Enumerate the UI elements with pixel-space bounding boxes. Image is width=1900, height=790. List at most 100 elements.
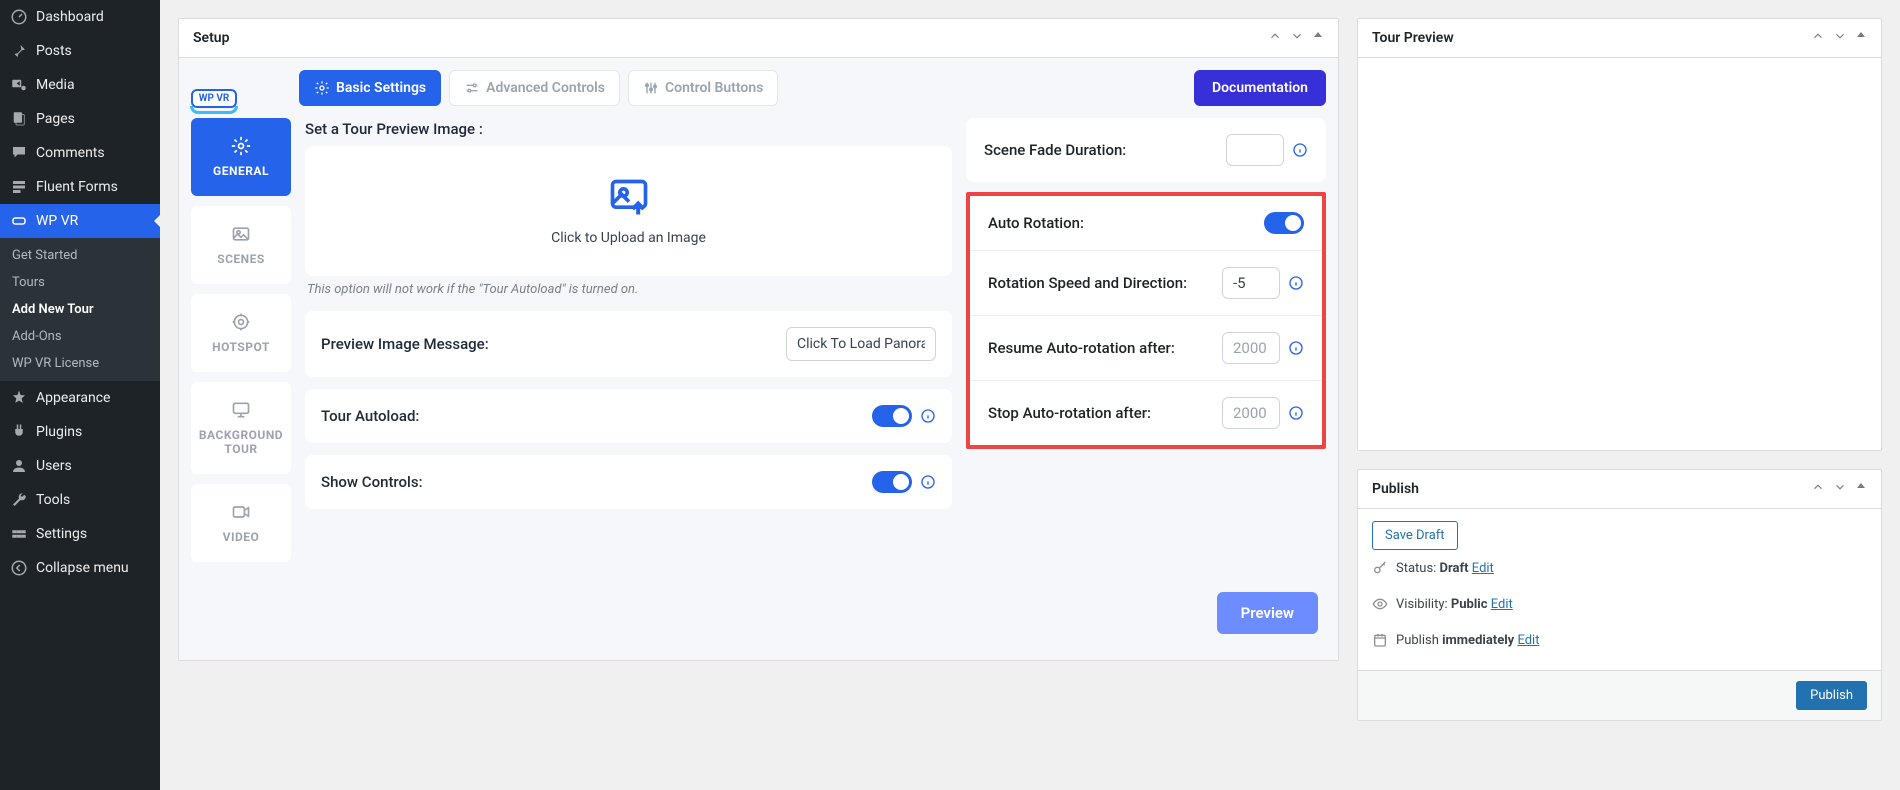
auto-rotation-label: Auto Rotation: [988, 214, 1084, 232]
info-icon[interactable] [1288, 340, 1304, 356]
pages-icon [10, 110, 28, 128]
vtab-video[interactable]: VIDEO [191, 484, 291, 562]
sidebar-item-collapse[interactable]: Collapse menu [0, 551, 160, 585]
key-icon [1372, 560, 1388, 576]
tour-autoload-label: Tour Autoload: [321, 407, 419, 425]
sidebar-label: Pages [36, 111, 75, 127]
tab-advanced-controls[interactable]: Advanced Controls [449, 70, 620, 106]
upload-image-icon [607, 176, 651, 216]
eye-icon [1372, 596, 1388, 612]
sidebar-label: Collapse menu [36, 560, 129, 576]
preview-button[interactable]: Preview [1217, 592, 1318, 634]
save-draft-button[interactable]: Save Draft [1372, 521, 1458, 550]
media-icon [10, 76, 28, 94]
vtab-background-tour[interactable]: BACKGROUND TOUR [191, 382, 291, 474]
sidebar-item-comments[interactable]: Comments [0, 136, 160, 170]
sidebar-label: WP VR [36, 213, 78, 229]
tab-control-buttons[interactable]: Control Buttons [628, 70, 778, 106]
vtab-scenes[interactable]: SCENES [191, 206, 291, 284]
info-icon[interactable] [920, 408, 936, 424]
schedule-edit-link[interactable]: Edit [1517, 633, 1539, 648]
auto-rotation-toggle[interactable] [1264, 212, 1304, 234]
sub-addons[interactable]: Add-Ons [0, 323, 160, 350]
appearance-icon [10, 389, 28, 407]
tab-label: Advanced Controls [486, 80, 605, 96]
pin-icon [10, 42, 28, 60]
rotation-speed-label: Rotation Speed and Direction: [988, 274, 1187, 292]
schedule-value: immediately [1442, 633, 1514, 648]
setup-metabox: Setup WP VR Basic Settings Advanced Co [178, 18, 1339, 661]
sidebar-item-appearance[interactable]: Appearance [0, 381, 160, 415]
stop-rotation-input[interactable] [1222, 397, 1280, 429]
tab-basic-settings[interactable]: Basic Settings [299, 70, 441, 106]
tools-icon [10, 491, 28, 509]
vtab-label: BACKGROUND TOUR [197, 428, 285, 456]
calendar-icon [1372, 632, 1388, 648]
upload-image-area[interactable]: Click to Upload an Image [305, 146, 952, 276]
documentation-button[interactable]: Documentation [1194, 70, 1326, 106]
sidebar-item-settings[interactable]: Settings [0, 517, 160, 551]
tour-autoload-toggle[interactable] [872, 405, 912, 427]
vtab-label: HOTSPOT [212, 340, 270, 354]
sidebar-item-posts[interactable]: Posts [0, 34, 160, 68]
panel-down-icon[interactable] [1833, 480, 1847, 498]
panel-up-icon[interactable] [1268, 29, 1282, 47]
info-icon[interactable] [1288, 275, 1304, 291]
forms-icon [10, 178, 28, 196]
sidebar-item-media[interactable]: Media [0, 68, 160, 102]
show-controls-label: Show Controls: [321, 473, 423, 491]
sub-add-new-tour[interactable]: Add New Tour [0, 296, 160, 323]
sidebar-submenu: Get Started Tours Add New Tour Add-Ons W… [0, 238, 160, 381]
visibility-edit-link[interactable]: Edit [1491, 597, 1513, 612]
dashboard-icon [10, 8, 28, 26]
main-content: Setup WP VR Basic Settings Advanced Co [160, 0, 1900, 790]
preview-message-input[interactable] [786, 327, 936, 361]
scene-fade-input[interactable] [1226, 134, 1284, 166]
info-icon[interactable] [1292, 142, 1308, 158]
publish-metabox: Publish Save Draft Status: Draft Edit Vi… [1357, 469, 1882, 721]
panel-toggle-icon[interactable] [1855, 480, 1867, 498]
setup-title: Setup [193, 30, 229, 46]
status-value: Draft [1440, 561, 1469, 576]
panel-down-icon[interactable] [1833, 29, 1847, 47]
gear-icon [231, 136, 251, 156]
resume-rotation-input[interactable] [1222, 332, 1280, 364]
sidebar-item-tools[interactable]: Tools [0, 483, 160, 517]
sidebar-label: Fluent Forms [36, 179, 118, 195]
info-icon[interactable] [920, 474, 936, 490]
publish-title: Publish [1372, 481, 1419, 497]
panel-toggle-icon[interactable] [1312, 29, 1324, 47]
wpvr-logo: WP VR [181, 68, 247, 134]
panel-up-icon[interactable] [1811, 29, 1825, 47]
publish-button[interactable]: Publish [1796, 681, 1867, 710]
panel-toggle-icon[interactable] [1855, 29, 1867, 47]
admin-sidebar: Dashboard Posts Media Pages Comments Flu… [0, 0, 160, 790]
sidebar-item-plugins[interactable]: Plugins [0, 415, 160, 449]
panel-up-icon[interactable] [1811, 480, 1825, 498]
visibility-value: Public [1451, 597, 1488, 612]
target-icon [231, 312, 251, 332]
status-edit-link[interactable]: Edit [1472, 561, 1494, 576]
stop-rotation-label: Stop Auto-rotation after: [988, 404, 1151, 422]
sidebar-item-wpvr[interactable]: WP VR [0, 204, 160, 238]
tab-label: Control Buttons [665, 80, 763, 96]
sidebar-label: Tools [36, 492, 70, 508]
sub-license[interactable]: WP VR License [0, 350, 160, 377]
sub-tours[interactable]: Tours [0, 269, 160, 296]
plugins-icon [10, 423, 28, 441]
comments-icon [10, 144, 28, 162]
auto-rotation-highlight: Auto Rotation: Rotation Speed and Direct… [966, 192, 1326, 449]
sidebar-item-pages[interactable]: Pages [0, 102, 160, 136]
show-controls-toggle[interactable] [872, 471, 912, 493]
panel-down-icon[interactable] [1290, 29, 1304, 47]
collapse-icon [10, 559, 28, 577]
sidebar-label: Media [36, 77, 75, 93]
rotation-speed-input[interactable] [1222, 267, 1280, 299]
sidebar-item-users[interactable]: Users [0, 449, 160, 483]
sidebar-item-fluent-forms[interactable]: Fluent Forms [0, 170, 160, 204]
autoload-hint: This option will not work if the "Tour A… [305, 276, 952, 297]
sub-get-started[interactable]: Get Started [0, 242, 160, 269]
vtab-hotspot[interactable]: HOTSPOT [191, 294, 291, 372]
sidebar-item-dashboard[interactable]: Dashboard [0, 0, 160, 34]
info-icon[interactable] [1288, 405, 1304, 421]
